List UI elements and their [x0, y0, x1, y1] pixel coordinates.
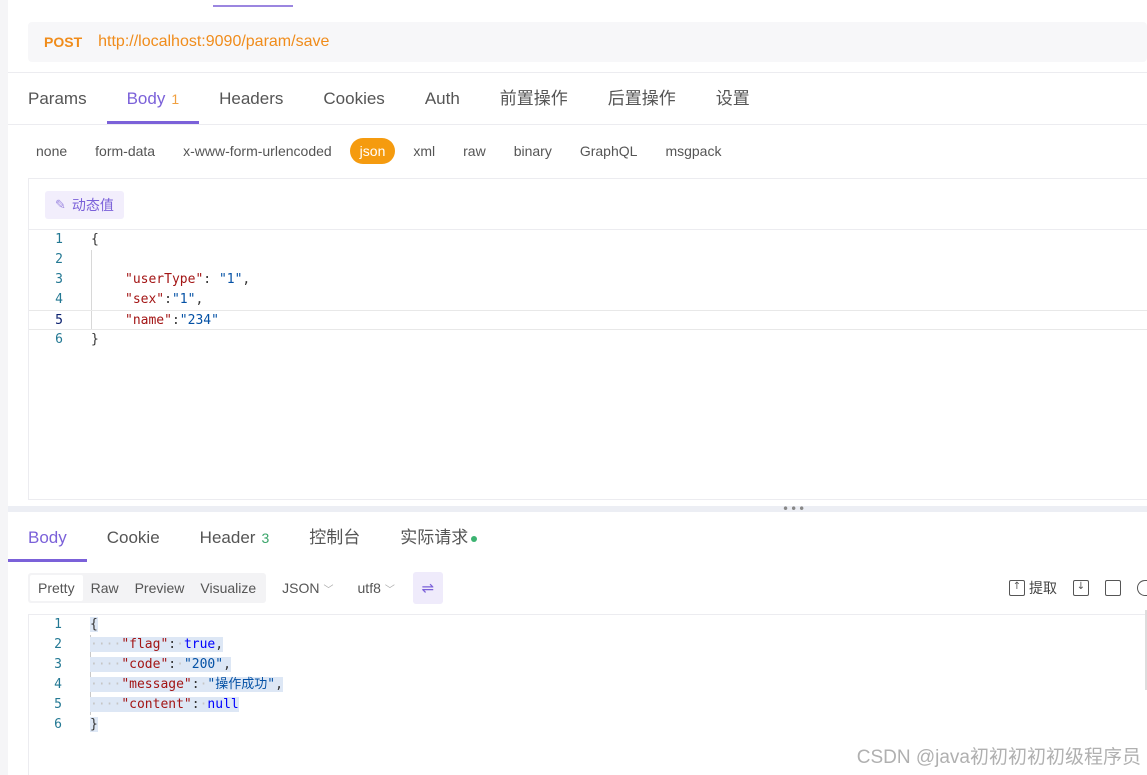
- format-pretty[interactable]: Pretty: [30, 575, 83, 601]
- chevron-down-icon: ﹀: [323, 584, 334, 596]
- response-code[interactable]: 1{ 2 ····"flag":·true, 3 ····"code":·"200"…: [28, 615, 1147, 735]
- tab-pre-script[interactable]: 前置操作: [480, 74, 588, 124]
- code-line: 4 "sex":"1",: [55, 292, 204, 307]
- body-type-msgpack[interactable]: msgpack: [655, 138, 731, 164]
- format-switch: Pretty Raw Preview Visualize: [28, 573, 267, 603]
- resp-tab-header[interactable]: Header 3: [180, 512, 290, 562]
- request-tabs: Params Body 1 Headers Cookies Auth 前置操作 后…: [8, 74, 770, 124]
- body-type-binary[interactable]: binary: [504, 138, 562, 164]
- format-raw[interactable]: Raw: [83, 575, 127, 601]
- extract-icon: ↑: [1009, 580, 1025, 596]
- dynamic-value-button[interactable]: ✎ 动态值: [45, 191, 124, 219]
- url-input[interactable]: http://localhost:9090/param/save: [98, 33, 329, 51]
- resp-tab-cookie[interactable]: Cookie: [87, 512, 180, 562]
- request-panel: POST http://localhost:9090/param/save Pa…: [8, 8, 1147, 506]
- resp-tab-actual-request[interactable]: 实际请求: [380, 512, 497, 562]
- chevron-down-icon: ﹀: [384, 584, 395, 596]
- tab-settings[interactable]: 设置: [696, 74, 770, 124]
- tab-headers[interactable]: Headers: [199, 74, 303, 124]
- code-line: 1{: [54, 617, 98, 632]
- download-button[interactable]: ↓: [1073, 580, 1089, 596]
- format-visualize[interactable]: Visualize: [192, 575, 264, 601]
- copy-icon: [1105, 580, 1121, 596]
- extract-button[interactable]: ↑ 提取: [1009, 578, 1057, 598]
- code-line: 2: [55, 252, 63, 267]
- code-line: 6}: [54, 717, 98, 732]
- request-code[interactable]: 1{ 2 3 "userType": "1", 4 "sex":"1", 5 "nam…: [29, 230, 1147, 350]
- tab-post-script[interactable]: 后置操作: [588, 74, 696, 124]
- active-tab-indicator: [213, 5, 293, 7]
- code-line: 6}: [55, 332, 99, 347]
- watermark: CSDN @java初初初初初级程序员: [856, 747, 1141, 768]
- response-toolbar: Pretty Raw Preview Visualize JSON ﹀ utf8…: [28, 572, 1147, 604]
- body-count-badge: 1: [171, 91, 180, 107]
- tab-params[interactable]: Params: [8, 74, 107, 124]
- code-line: 4 ····"message":·"操作成功",: [54, 677, 283, 692]
- top-strip: [8, 0, 1147, 8]
- response-actions: ↑ 提取 ↓: [1009, 572, 1147, 604]
- body-type-none[interactable]: none: [28, 138, 77, 164]
- code-line: 3 "userType": "1",: [55, 272, 251, 287]
- url-bar[interactable]: POST http://localhost:9090/param/save: [28, 22, 1147, 62]
- response-panel: Body Cookie Header 3 控制台 实际请求 Pretty Raw …: [8, 512, 1147, 775]
- code-line: 3 ····"code":·"200",: [54, 657, 231, 672]
- encoding-select[interactable]: utf8 ﹀: [358, 580, 395, 596]
- body-type-urlencoded[interactable]: x-www-form-urlencoded: [173, 138, 342, 164]
- response-type-select[interactable]: JSON ﹀: [282, 580, 333, 596]
- body-type-xml[interactable]: xml: [403, 138, 445, 164]
- code-line: 1{: [55, 232, 99, 247]
- format-preview[interactable]: Preview: [127, 575, 193, 601]
- header-count-badge: 3: [261, 530, 270, 546]
- method-label[interactable]: POST: [44, 34, 82, 50]
- tab-body[interactable]: Body 1: [106, 74, 200, 124]
- status-dot-icon: [471, 535, 478, 542]
- search-icon: [1137, 580, 1147, 596]
- code-line: 2 ····"flag":·true,: [54, 637, 224, 652]
- body-type-selector: none form-data x-www-form-urlencoded jso…: [28, 136, 739, 166]
- download-icon: ↓: [1073, 580, 1089, 596]
- divider: [8, 72, 1147, 73]
- response-tabs: Body Cookie Header 3 控制台 实际请求: [8, 512, 497, 562]
- code-line: 5 ····"content":·null: [54, 697, 239, 712]
- resp-tab-body[interactable]: Body: [8, 512, 87, 562]
- wrap-icon: ⇌: [421, 579, 435, 597]
- body-type-raw[interactable]: raw: [453, 138, 496, 164]
- divider: [8, 124, 1147, 125]
- request-body-editor[interactable]: ✎ 动态值 1{ 2 3 "userType": "1", 4 "sex":"1",…: [28, 178, 1147, 500]
- tab-auth[interactable]: Auth: [405, 74, 480, 124]
- resp-tab-console[interactable]: 控制台: [289, 512, 380, 562]
- search-button[interactable]: [1137, 580, 1147, 596]
- word-wrap-button[interactable]: ⇌: [412, 572, 443, 604]
- body-type-json[interactable]: json: [349, 138, 396, 164]
- magic-wand-icon: ✎: [55, 197, 66, 213]
- code-line-current: 5 "name":"234": [29, 310, 1147, 330]
- body-type-graphql[interactable]: GraphQL: [570, 138, 648, 164]
- copy-button[interactable]: [1105, 580, 1121, 596]
- body-type-form-data[interactable]: form-data: [85, 138, 165, 164]
- tab-cookies[interactable]: Cookies: [303, 74, 404, 124]
